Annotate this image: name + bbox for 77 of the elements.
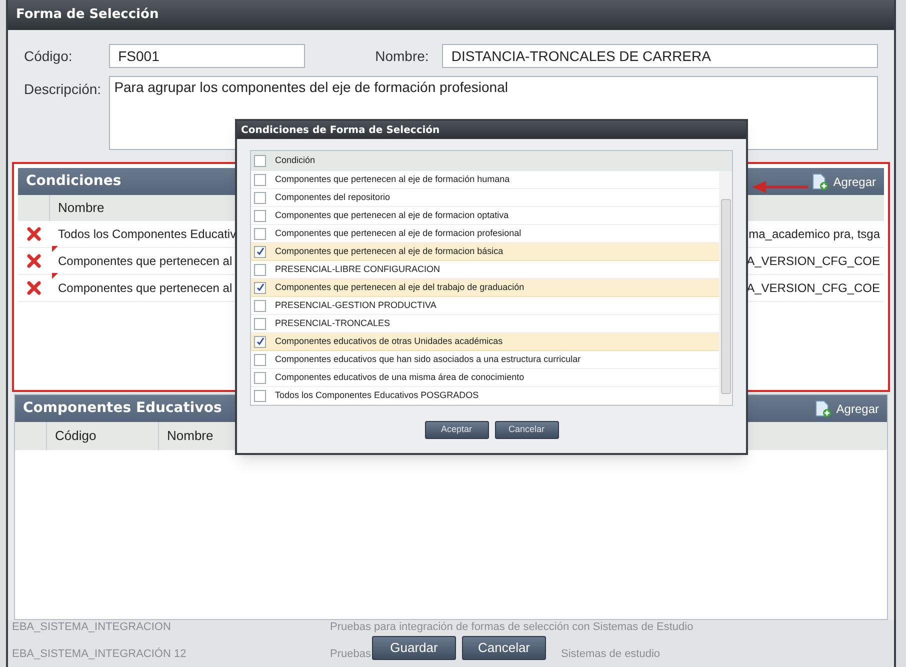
input-field[interactable]: FS001 — [109, 44, 306, 68]
background-text: EBA_SISTEMA_INTEGRACIÓN 12 — [12, 646, 188, 662]
row-label: Componentes que pertenecen al eje de formación humana — [274, 172, 510, 186]
delete-icon[interactable] — [27, 227, 41, 241]
table-cell-text: ma_academico pra, tsga — [748, 226, 881, 243]
table-cell: Todos los Componentes Educativ — [58, 227, 236, 242]
checkbox[interactable] — [254, 264, 266, 276]
list-row[interactable]: Componentes que pertenecen al eje de formación humana — [251, 171, 719, 189]
field-label: Nombre: — [375, 46, 430, 66]
row-label: PRESENCIAL-GESTION PRODUCTIVA — [274, 298, 436, 312]
checkbox[interactable] — [254, 390, 266, 402]
column-heading: Nombre — [166, 427, 214, 446]
window-title: Forma de Selección — [16, 6, 159, 24]
panel-title: Componentes Educativos — [23, 399, 222, 418]
table-cell: Componentes que pertenecen al — [58, 281, 232, 296]
list-row[interactable]: Componentes que pertenecen al eje de formacion básica — [251, 243, 719, 261]
document-add-icon — [814, 400, 832, 418]
table-cell-text: A_VERSION_CFG_COE — [746, 280, 881, 297]
row-label: Componentes que pertenecen al eje de formacion básica — [274, 244, 504, 258]
input-field[interactable]: DISTANCIA-TRONCALES DE CARRERA — [442, 44, 878, 68]
column-heading: Código — [47, 422, 159, 450]
background-text: Pruebas para integración de formas de selección con Sistemas de Estudio — [330, 620, 694, 636]
list-row[interactable]: Componentes educativos de una misma área de conocimiento — [251, 369, 719, 387]
checkbox[interactable] — [254, 354, 266, 366]
list-row[interactable]: PRESENCIAL-LIBRE CONFIGURACION — [251, 261, 719, 279]
panel-title: Condiciones — [26, 172, 122, 191]
row-label: Componentes educativos que han sido asociados a una estructura curricular — [274, 352, 581, 366]
delete-icon[interactable] — [27, 281, 41, 295]
scrollbar[interactable] — [719, 171, 732, 405]
list-row[interactable]: Componentes del repositorio — [251, 189, 719, 207]
cancel-button[interactable]: Cancelar — [494, 421, 558, 439]
checkbox[interactable] — [254, 282, 266, 294]
row-label: Todos los Componentes Educativos POSGRADOS — [274, 388, 479, 402]
checkbox[interactable] — [254, 300, 266, 312]
list-row[interactable]: PRESENCIAL-GESTION PRODUCTIVA — [251, 297, 719, 315]
list-row[interactable]: Todos los Componentes Educativos POSGRADOS — [251, 387, 719, 405]
list-row[interactable]: Componentes que pertenecen al eje de formacion profesional — [251, 225, 719, 243]
table-cell: Componentes que pertenecen al — [58, 254, 232, 268]
field-label: Descripción: — [24, 80, 102, 99]
checkbox[interactable] — [254, 372, 266, 384]
row-label: Componentes que pertenecen al eje del trabajo de graduación — [274, 280, 524, 294]
field-label: Código: — [24, 46, 74, 66]
row-label: Componentes educativos de otras Unidades académicas — [274, 334, 503, 348]
dialog-title: Condiciones de Forma de Selección — [241, 124, 440, 138]
checkbox[interactable] — [254, 318, 266, 330]
add-button[interactable]: Agregar — [814, 400, 879, 418]
checkbox[interactable] — [254, 336, 266, 348]
list-row[interactable]: Componentes educativos que han sido asociados a una estructura curricular — [251, 351, 719, 369]
list-row[interactable]: Componentes que pertenecen al eje de formacion optativa — [251, 207, 719, 225]
column-heading: Condición — [274, 154, 316, 168]
row-label: Componentes educativos de una misma área de conocimiento — [274, 370, 524, 384]
add-button[interactable]: Agregar — [811, 172, 876, 190]
row-label: Componentes que pertenecen al eje de formacion profesional — [274, 226, 522, 240]
row-label: PRESENCIAL-LIBRE CONFIGURACION — [274, 262, 440, 276]
checkbox[interactable] — [254, 174, 266, 186]
background-text: Sistemas de estudio — [560, 647, 660, 662]
row-label: Componentes del repositorio — [274, 190, 390, 204]
arrow-icon — [752, 181, 808, 193]
save-button[interactable]: Guardar — [372, 636, 456, 660]
accept-button[interactable]: Aceptar — [424, 421, 488, 439]
background-text: Pruebas — [330, 647, 371, 662]
checkbox[interactable] — [254, 228, 266, 240]
background-text: EBA_SISTEMA_INTEGRACION — [12, 620, 172, 636]
delete-icon[interactable] — [27, 254, 41, 268]
list-row[interactable]: Componentes educativos de otras Unidades académicas — [251, 333, 719, 351]
row-label: PRESENCIAL-TRONCALES — [274, 316, 390, 330]
checkbox[interactable] — [254, 155, 266, 167]
cancel-button[interactable]: Cancelar — [462, 636, 546, 660]
checkbox[interactable] — [254, 192, 266, 204]
table-cell-text: A_VERSION_CFG_COE — [746, 253, 881, 270]
list-row[interactable]: Componentes que pertenecen al eje del trabajo de graduación — [251, 279, 719, 297]
checkbox[interactable] — [254, 210, 266, 222]
row-label: Componentes que pertenecen al eje de formacion optativa — [274, 208, 509, 222]
column-heading: Nombre — [57, 199, 104, 218]
checkbox[interactable] — [254, 246, 266, 258]
list-row[interactable]: PRESENCIAL-TRONCALES — [251, 315, 719, 333]
document-add-icon — [811, 172, 830, 190]
